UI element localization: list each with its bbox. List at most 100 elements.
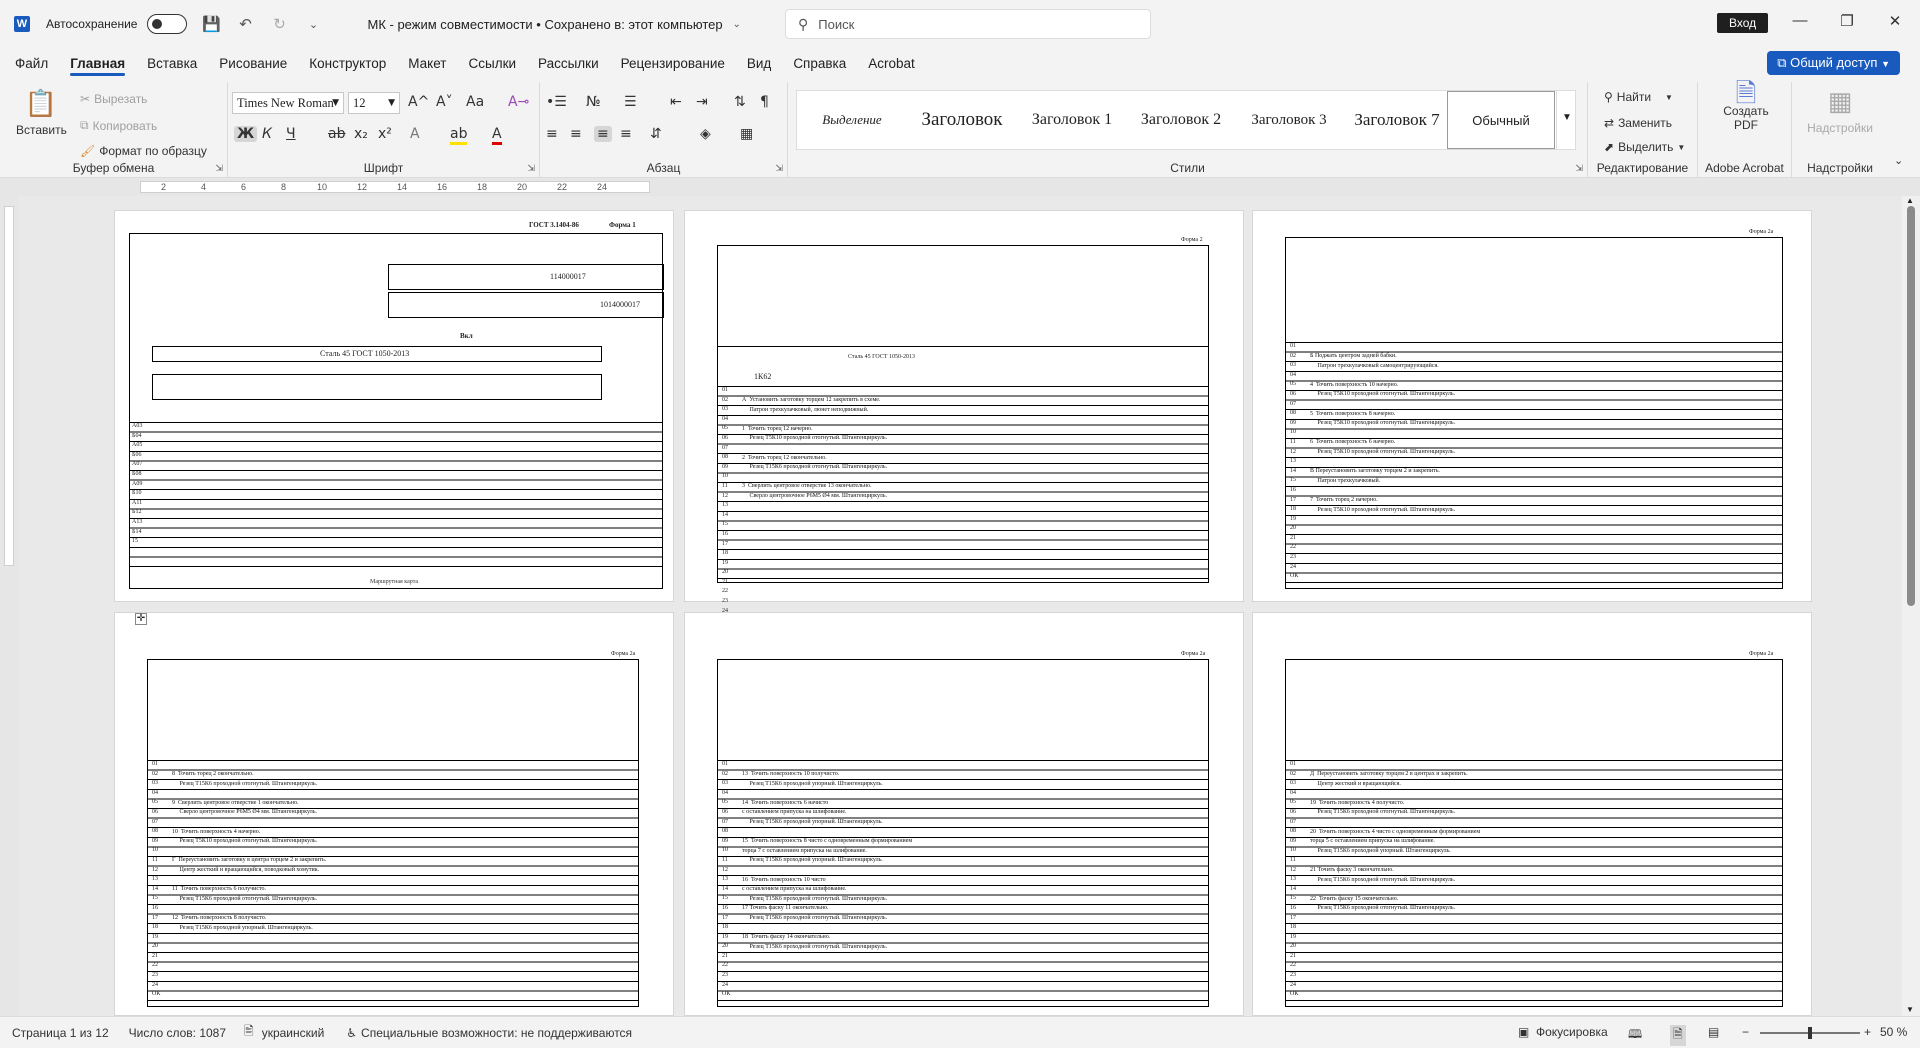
tab-home[interactable]: Главная <box>59 48 136 78</box>
shrink-font-icon[interactable]: A˅ <box>436 94 453 110</box>
numbering-icon[interactable]: № <box>586 94 601 110</box>
styles-more-button[interactable]: ▼ <box>1556 90 1576 150</box>
scroll-down-icon[interactable]: ▼ <box>1906 1005 1914 1014</box>
print-layout-icon[interactable]: 🗎 <box>1670 1025 1686 1046</box>
zoom-slider[interactable] <box>1760 1027 1860 1039</box>
tab-design[interactable]: Конструктор <box>298 48 397 78</box>
pilcrow-icon[interactable]: ¶ <box>760 94 769 110</box>
replace-button[interactable]: ⇄ Заменить <box>1604 116 1672 130</box>
page-6[interactable]: Форма 2а 01 02 03 04 05 06 07 08 09 10 11 12 13 14 15 1… <box>1252 612 1812 1016</box>
tab-references[interactable]: Ссылки <box>458 48 528 78</box>
tab-view[interactable]: Вид <box>736 48 782 78</box>
copy-button[interactable]: ⧉ Копировать <box>80 118 157 133</box>
web-layout-icon[interactable]: ▤ <box>1708 1025 1719 1039</box>
table-move-handle-icon[interactable]: ✛ <box>135 613 147 625</box>
style-normal[interactable]: Обычный <box>1447 91 1555 149</box>
underline-button[interactable]: Ч <box>286 126 296 142</box>
page-4[interactable]: ✛ Форма 2а 01 02 03 04 05 06 07 08 09 10 11 12 13 14 1… <box>114 612 674 1016</box>
style-heading-7[interactable]: Заголовок 7 <box>1343 91 1451 149</box>
style-heading-2[interactable]: Заголовок 2 <box>1127 91 1235 149</box>
page-1[interactable]: ГОСТ 3.1404-86 Форма 1 114000017 1014000… <box>114 210 674 602</box>
tab-acrobat[interactable]: Acrobat <box>857 48 926 78</box>
word-count[interactable]: Число слов: 1087 <box>129 1026 226 1040</box>
select-button[interactable]: ⬈ Выделить ▼ <box>1604 140 1685 154</box>
undo-icon[interactable]: ↶ <box>235 15 255 33</box>
document-canvas[interactable]: ГОСТ 3.1404-86 Форма 1 114000017 1014000… <box>0 196 1920 1016</box>
restore-icon[interactable]: ❐ <box>1835 12 1859 30</box>
chevron-down-icon[interactable]: ⌄ <box>727 19 747 30</box>
share-button[interactable]: ⧉ Общий доступ ▼ <box>1767 51 1900 75</box>
page-2[interactable]: Форма 2 Сталь 45 ГОСТ 1050-2013 1К62 01 0… <box>684 210 1244 623</box>
accessibility-icon[interactable]: ♿ <box>346 1026 357 1040</box>
format-painter-button[interactable]: 🖌 Формат по образцу <box>80 144 207 158</box>
multilevel-list-icon[interactable]: ☰ <box>624 94 637 110</box>
focus-button[interactable]: Фокусировка <box>1536 1025 1608 1039</box>
align-left-icon[interactable]: ≡ <box>546 126 558 142</box>
zoom-level[interactable]: 50 % <box>1880 1025 1907 1039</box>
addins-button[interactable]: ▦ Надстройки <box>1796 86 1884 135</box>
accessibility-label[interactable]: Специальные возможности: не поддерживают… <box>361 1026 632 1040</box>
bold-button[interactable]: Ж <box>234 126 258 142</box>
increase-indent-icon[interactable]: ⇥ <box>696 94 708 110</box>
tab-mailings[interactable]: Рассылки <box>527 48 610 78</box>
tab-file[interactable]: Файл <box>4 48 59 78</box>
focus-icon[interactable]: ▣ <box>1518 1025 1529 1039</box>
dialog-launcher-icon[interactable]: ⇲ <box>527 163 535 174</box>
justify-icon[interactable]: ≡ <box>620 126 632 142</box>
decrease-indent-icon[interactable]: ⇤ <box>670 94 682 110</box>
redo-icon[interactable]: ↻ <box>269 15 289 33</box>
zoom-slider-knob[interactable] <box>1808 1027 1812 1039</box>
page-3[interactable]: Форма 2а 01 02 03 04 05 06 07 08 09 10 11 12 13 14 15 1… <box>1252 210 1812 602</box>
font-color-icon[interactable]: A <box>492 126 502 145</box>
save-icon[interactable]: 💾 <box>201 15 221 33</box>
tab-review[interactable]: Рецензирование <box>610 48 736 78</box>
read-mode-icon[interactable]: 🕮 <box>1628 1025 1642 1046</box>
create-pdf-button[interactable]: 🗎 Создать PDF <box>1716 80 1776 132</box>
align-center-icon[interactable]: ≡ <box>570 126 582 142</box>
bullets-icon[interactable]: •☰ <box>546 94 567 110</box>
scroll-up-icon[interactable]: ▲ <box>1906 196 1914 205</box>
style-heading[interactable]: Заголовок <box>907 91 1017 149</box>
search-input[interactable]: ⚲ Поиск <box>785 9 1151 39</box>
sort-icon[interactable]: ⇅ <box>734 94 746 110</box>
borders-icon[interactable]: ▦ <box>740 126 753 142</box>
strikethrough-button[interactable]: ab <box>328 126 345 142</box>
autosave-toggle[interactable] <box>147 14 188 34</box>
italic-button[interactable]: К <box>262 126 272 142</box>
close-icon[interactable]: ✕ <box>1883 12 1907 30</box>
minimize-icon[interactable]: — <box>1788 12 1812 29</box>
superscript-button[interactable]: x² <box>378 126 392 142</box>
align-right-icon[interactable]: ≡ <box>594 126 612 142</box>
collapse-ribbon-icon[interactable]: ⌄ <box>1894 154 1903 167</box>
shading-icon[interactable]: ◈ <box>700 126 711 142</box>
style-emphasis[interactable]: Выделение <box>797 91 907 149</box>
style-heading-3[interactable]: Заголовок 3 <box>1235 91 1343 149</box>
tab-help[interactable]: Справка <box>782 48 857 78</box>
dialog-launcher-icon[interactable]: ⇲ <box>1575 163 1583 174</box>
style-heading-1[interactable]: Заголовок 1 <box>1017 91 1127 149</box>
line-spacing-icon[interactable]: ⇵ <box>650 126 662 142</box>
document-title[interactable]: МК - режим совместимости • Сохранено в: … <box>367 17 722 32</box>
dialog-launcher-icon[interactable]: ⇲ <box>775 163 783 174</box>
page-5[interactable]: Форма 2а 01 02 03 04 05 06 07 08 09 10 11 12 13 14 15 1… <box>684 612 1244 1016</box>
zoom-out-icon[interactable]: − <box>1742 1025 1749 1039</box>
paste-button[interactable]: 📋 Вставить <box>16 88 67 137</box>
vertical-scrollbar[interactable]: ▲ ▼ <box>1902 196 1920 1016</box>
highlight-icon[interactable]: ab <box>450 126 468 145</box>
cut-button[interactable]: ✂ Вырезать <box>80 92 147 106</box>
dialog-launcher-icon[interactable]: ⇲ <box>215 163 223 174</box>
customize-icon[interactable]: ⌄ <box>303 18 323 31</box>
proofing-icon[interactable]: 🖹 <box>244 1022 254 1043</box>
tab-draw[interactable]: Рисование <box>208 48 298 78</box>
vertical-ruler-strip[interactable] <box>4 206 14 566</box>
clear-format-icon[interactable]: A⊸ <box>508 94 529 110</box>
grow-font-icon[interactable]: A^ <box>408 94 429 110</box>
signin-button[interactable]: Вход <box>1717 13 1769 33</box>
ruler-strip[interactable]: 2 4 6 8 10 12 14 16 18 20 22 24 <box>140 181 650 193</box>
tab-insert[interactable]: Вставка <box>136 48 208 78</box>
subscript-button[interactable]: x₂ <box>354 126 368 142</box>
find-button[interactable]: ⚲ Найти ▼ <box>1604 90 1673 104</box>
scrollbar-thumb[interactable] <box>1907 206 1915 606</box>
page-count[interactable]: Страница 1 из 12 <box>12 1026 109 1040</box>
font-name-select[interactable]: Times New Roman ▼ <box>232 92 344 114</box>
